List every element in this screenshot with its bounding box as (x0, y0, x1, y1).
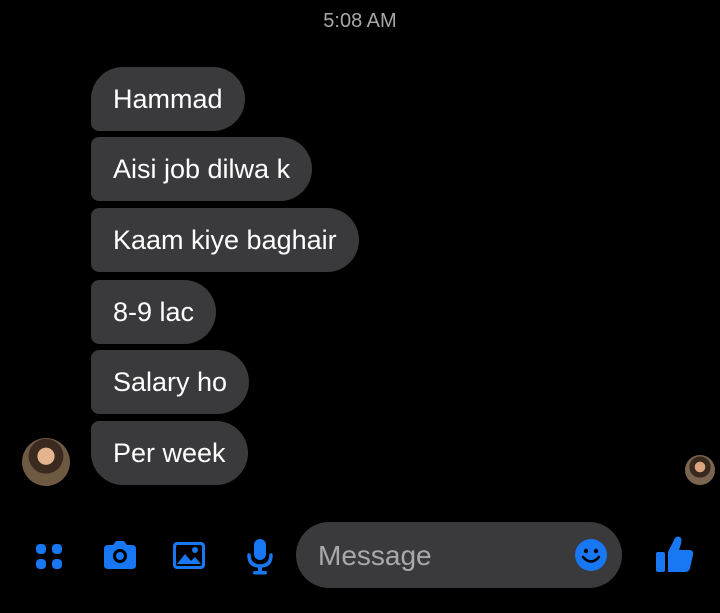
thumbs-up-icon (656, 536, 694, 572)
message-input[interactable] (316, 522, 560, 590)
apps-icon (36, 544, 62, 569)
message-bubble[interactable]: Kaam kiye baghair (91, 208, 359, 272)
camera-button[interactable] (98, 533, 142, 577)
seen-indicator-avatar (685, 455, 715, 485)
emoji-button[interactable] (574, 538, 608, 572)
gallery-button[interactable] (167, 533, 211, 577)
camera-icon (104, 541, 136, 569)
sender-avatar[interactable] (22, 438, 70, 486)
mic-icon (247, 539, 273, 575)
voice-button[interactable] (238, 533, 282, 577)
emoji-icon (575, 539, 607, 571)
timestamp: 5:08 AM (323, 10, 397, 32)
message-bubble[interactable]: Salary ho (91, 350, 250, 414)
message-bubble[interactable]: 8-9 lac (91, 280, 217, 344)
message-bubble[interactable]: Hammad (91, 67, 245, 131)
image-icon (173, 542, 205, 569)
message-bubble[interactable]: Per week (91, 421, 248, 485)
message-composer (296, 522, 622, 590)
apps-button[interactable] (28, 533, 72, 577)
message-bubble[interactable]: Aisi job dilwa k (91, 137, 313, 201)
like-button[interactable] (650, 530, 698, 578)
